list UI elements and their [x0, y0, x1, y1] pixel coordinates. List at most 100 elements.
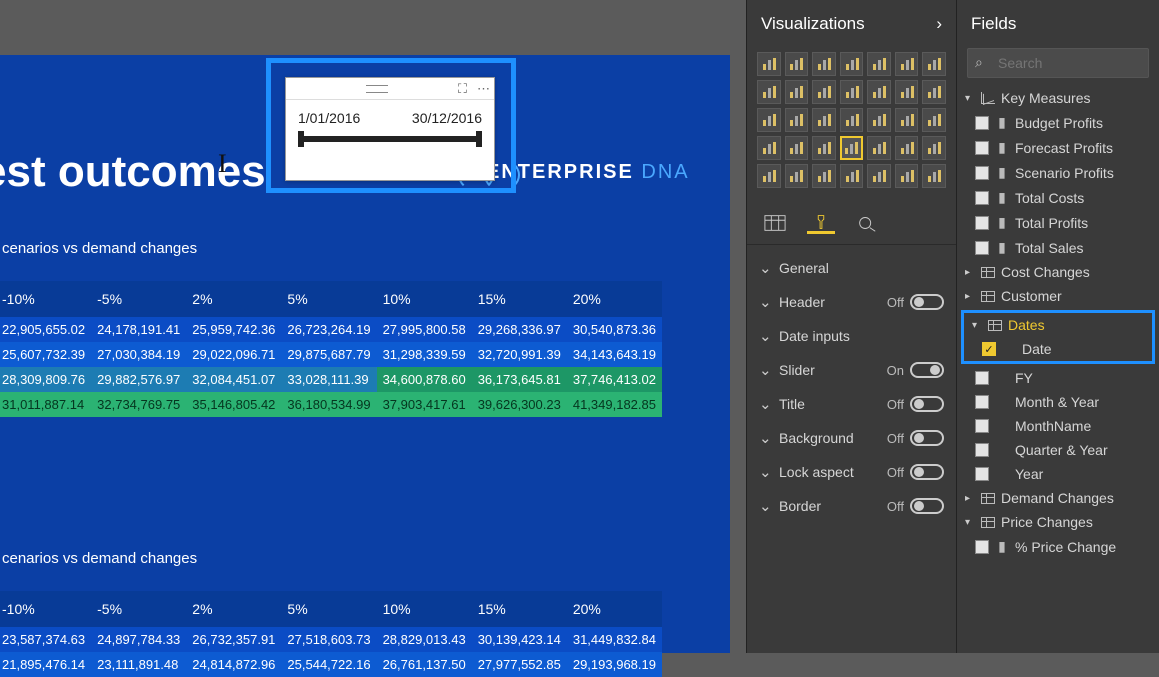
- toggle-switch[interactable]: [910, 362, 944, 378]
- fields-header[interactable]: Fields: [957, 0, 1159, 48]
- viz-line-icon[interactable]: [757, 80, 781, 104]
- viz-decomposition-icon[interactable]: [812, 164, 836, 188]
- checkbox[interactable]: [975, 540, 989, 554]
- format-section-header[interactable]: HeaderOff: [747, 285, 956, 319]
- format-section-title[interactable]: TitleOff: [747, 387, 956, 421]
- viz-r-icon[interactable]: [922, 136, 946, 160]
- matrix-cell[interactable]: 37,746,413.02: [567, 367, 662, 392]
- matrix-col-header[interactable]: -5%: [91, 281, 186, 317]
- matrix-col-header[interactable]: -5%: [91, 591, 186, 627]
- matrix-cell[interactable]: 36,180,534.99: [281, 392, 376, 417]
- viz-stacked-bar-100-icon[interactable]: [867, 52, 891, 76]
- matrix-cell[interactable]: 31,449,832.84: [567, 627, 662, 652]
- viz-ribbon-icon[interactable]: [922, 52, 946, 76]
- viz-paginated-icon[interactable]: [867, 164, 891, 188]
- toggle-switch[interactable]: [910, 430, 944, 446]
- matrix-cell[interactable]: 31,298,339.59: [377, 342, 472, 367]
- matrix-cell[interactable]: 30,139,423.14: [472, 627, 567, 652]
- matrix-cell[interactable]: 31,011,887.14: [0, 392, 91, 417]
- matrix-cell[interactable]: 36,173,645.81: [472, 367, 567, 392]
- viz-key-influencers-icon[interactable]: [785, 164, 809, 188]
- checkbox[interactable]: [975, 443, 989, 457]
- date-slicer-visual[interactable]: ⛶ ⋯ 1/01/2016 30/12/2016: [285, 77, 495, 181]
- viz-clustered-col-icon[interactable]: [840, 52, 864, 76]
- table-dates[interactable]: Dates: [964, 313, 1152, 337]
- slicer-start-date[interactable]: 1/01/2016: [298, 110, 360, 126]
- matrix-col-header[interactable]: 20%: [567, 591, 662, 627]
- field-date[interactable]: Date: [964, 337, 1152, 361]
- matrix-cell[interactable]: 37,903,417.61: [377, 392, 472, 417]
- matrix-cell[interactable]: 26,723,264.19: [281, 317, 376, 342]
- field-fy[interactable]: FY: [957, 366, 1159, 390]
- matrix-cell[interactable]: 39,626,300.23: [472, 392, 567, 417]
- format-section-slider[interactable]: SliderOn: [747, 353, 956, 387]
- field-forecast-profits[interactable]: ▮Forecast Profits: [957, 135, 1159, 160]
- slicer-handle-right[interactable]: [476, 131, 482, 147]
- matrix-cell[interactable]: 34,143,643.19: [567, 342, 662, 367]
- viz-multi-card-icon[interactable]: [785, 136, 809, 160]
- field-quarter-year[interactable]: Quarter & Year: [957, 438, 1159, 462]
- field--price-change[interactable]: ▮% Price Change: [957, 534, 1159, 559]
- matrix-cell[interactable]: 24,897,784.33: [91, 627, 186, 652]
- table-customer[interactable]: Customer: [957, 284, 1159, 308]
- viz-stacked-col-icon[interactable]: [812, 52, 836, 76]
- matrix-cell[interactable]: 25,607,732.39: [0, 342, 91, 367]
- viz-map-icon[interactable]: [840, 108, 864, 132]
- matrix-cell[interactable]: 25,959,742.36: [186, 317, 281, 342]
- viz-stacked-area-icon[interactable]: [812, 80, 836, 104]
- checkbox[interactable]: [975, 141, 989, 155]
- matrix-cell[interactable]: 28,309,809.76: [0, 367, 91, 392]
- matrix-cell[interactable]: 28,829,013.43: [377, 627, 472, 652]
- checkbox[interactable]: [975, 467, 989, 481]
- checkbox[interactable]: [975, 371, 989, 385]
- field-monthname[interactable]: MonthName: [957, 414, 1159, 438]
- table-demand-changes[interactable]: Demand Changes: [957, 486, 1159, 510]
- viz-ellipsis-icon[interactable]: [922, 164, 946, 188]
- viz-kpi-icon[interactable]: [812, 136, 836, 160]
- matrix-cell[interactable]: 27,518,603.73: [281, 627, 376, 652]
- toggle-switch[interactable]: [910, 396, 944, 412]
- chevron-right-icon[interactable]: ›: [936, 14, 942, 34]
- matrix-cell[interactable]: 21,895,476.14: [0, 652, 91, 677]
- matrix-cell[interactable]: 24,178,191.41: [91, 317, 186, 342]
- matrix-cell[interactable]: 29,875,687.79: [281, 342, 376, 367]
- checkbox[interactable]: [982, 342, 996, 356]
- format-section-background[interactable]: BackgroundOff: [747, 421, 956, 455]
- matrix-cell[interactable]: 30,540,873.36: [567, 317, 662, 342]
- table-cost-changes[interactable]: Cost Changes: [957, 260, 1159, 284]
- matrix-cell[interactable]: 22,905,655.02: [0, 317, 91, 342]
- matrix-cell[interactable]: 29,882,576.97: [91, 367, 186, 392]
- matrix-col-header[interactable]: 2%: [186, 281, 281, 317]
- viz-donut-icon[interactable]: [785, 108, 809, 132]
- matrix-cell[interactable]: 25,544,722.16: [281, 652, 376, 677]
- checkbox[interactable]: [975, 419, 989, 433]
- fields-tab-icon[interactable]: [761, 212, 789, 234]
- viz-gauge-icon[interactable]: [922, 108, 946, 132]
- toggle-switch[interactable]: [910, 294, 944, 310]
- viz-filled-map-icon[interactable]: [867, 108, 891, 132]
- slicer-handle-left[interactable]: [298, 131, 304, 147]
- viz-stacked-bar-icon[interactable]: [757, 52, 781, 76]
- slicer-track[interactable]: [298, 136, 482, 142]
- matrix-cell[interactable]: 29,268,336.97: [472, 317, 567, 342]
- table-price-changes[interactable]: Price Changes: [957, 510, 1159, 534]
- matrix-col-header[interactable]: 15%: [472, 591, 567, 627]
- field-total-profits[interactable]: ▮Total Profits: [957, 210, 1159, 235]
- matrix-cell[interactable]: 33,028,111.39: [281, 367, 376, 392]
- matrix-cell[interactable]: 24,814,872.96: [186, 652, 281, 677]
- more-options-icon[interactable]: ⋯: [477, 81, 490, 97]
- matrix-cell[interactable]: 34,600,878.60: [377, 367, 472, 392]
- viz-py-icon[interactable]: [757, 164, 781, 188]
- matrix-col-header[interactable]: 2%: [186, 591, 281, 627]
- slicer-end-date[interactable]: 30/12/2016: [412, 110, 482, 126]
- checkbox[interactable]: [975, 395, 989, 409]
- matrix-cell[interactable]: 26,761,137.50: [377, 652, 472, 677]
- viz-scatter-icon[interactable]: [922, 80, 946, 104]
- viz-qa-icon[interactable]: [840, 164, 864, 188]
- viz-funnel-icon[interactable]: [895, 108, 919, 132]
- format-section-lock-aspect[interactable]: Lock aspectOff: [747, 455, 956, 489]
- matrix-cell[interactable]: 32,084,451.07: [186, 367, 281, 392]
- table-key-measures[interactable]: Key Measures: [957, 86, 1159, 110]
- matrix-cell[interactable]: 27,977,552.85: [472, 652, 567, 677]
- matrix-cell[interactable]: 29,022,096.71: [186, 342, 281, 367]
